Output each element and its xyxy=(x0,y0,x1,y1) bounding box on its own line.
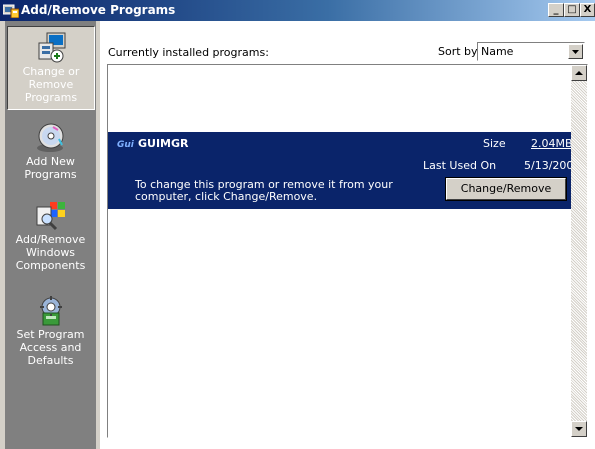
sort-by-value: Name xyxy=(481,45,514,58)
sidebar-item-windows-components[interactable]: Add/Remove Windows Components xyxy=(5,199,96,272)
sidebar-item-label: Add New Programs xyxy=(24,155,77,181)
program-description: To change this program or remove it from… xyxy=(135,178,393,203)
sidebar-item-program-access-defaults[interactable]: Set Program Access and Defaults xyxy=(5,294,96,367)
sidebar: Change or Remove Programs Add New Progra… xyxy=(0,21,100,449)
sidebar-item-change-remove-programs[interactable]: Change or Remove Programs xyxy=(7,26,95,110)
close-glyph: X xyxy=(583,4,592,15)
chevron-down-icon xyxy=(572,50,579,54)
scroll-down-button[interactable] xyxy=(571,421,587,437)
guimgr-program-icon: Gui xyxy=(116,137,134,149)
size-label: Size xyxy=(483,137,506,150)
programs-list[interactable] xyxy=(107,64,588,438)
change-remove-button-label: Change/Remove xyxy=(460,182,552,195)
minimize-glyph: _ xyxy=(553,4,559,15)
svg-text:Gui: Gui xyxy=(117,140,134,149)
window-title: Add/Remove Programs xyxy=(21,3,176,17)
programs-list-scrollbar[interactable] xyxy=(571,65,587,437)
program-access-defaults-icon xyxy=(39,296,62,326)
sort-by-label: Sort by: xyxy=(438,45,481,58)
close-button[interactable]: X xyxy=(580,3,595,17)
sidebar-item-add-new-programs[interactable]: Add New Programs xyxy=(5,121,96,181)
sort-dropdown-button[interactable] xyxy=(568,44,583,59)
maximize-button[interactable]: □ xyxy=(564,3,580,17)
change-remove-programs-icon xyxy=(38,32,66,63)
size-value-link[interactable]: 2.04MB xyxy=(531,137,573,150)
windows-components-icon xyxy=(36,202,65,231)
installed-programs-label: Currently installed programs: xyxy=(108,46,269,59)
chevron-down-icon xyxy=(575,427,583,431)
sidebar-panel: Change or Remove Programs Add New Progra… xyxy=(5,21,96,449)
add-new-programs-cd-icon xyxy=(36,123,63,152)
title-bar: Add/Remove Programs _ □ X xyxy=(0,0,595,21)
minimize-button[interactable]: _ xyxy=(548,3,564,17)
last-used-label: Last Used On xyxy=(423,159,497,172)
sidebar-item-label: Set Program Access and Defaults xyxy=(16,328,85,367)
sidebar-item-label: Change or Remove Programs xyxy=(22,65,80,104)
maximize-glyph: □ xyxy=(567,4,577,15)
scroll-up-button[interactable] xyxy=(571,65,587,81)
chevron-up-icon xyxy=(575,71,583,75)
program-name: GUIMGR xyxy=(138,137,189,150)
add-remove-programs-app-icon xyxy=(3,4,19,18)
change-remove-button[interactable]: Change/Remove xyxy=(445,177,567,201)
sort-by-select[interactable]: Name xyxy=(477,42,585,61)
program-row-guimgr[interactable]: Gui GUIMGR Size 2.04MB Last Used On 5/13… xyxy=(108,132,580,209)
sidebar-item-label: Add/Remove Windows Components xyxy=(15,233,86,272)
